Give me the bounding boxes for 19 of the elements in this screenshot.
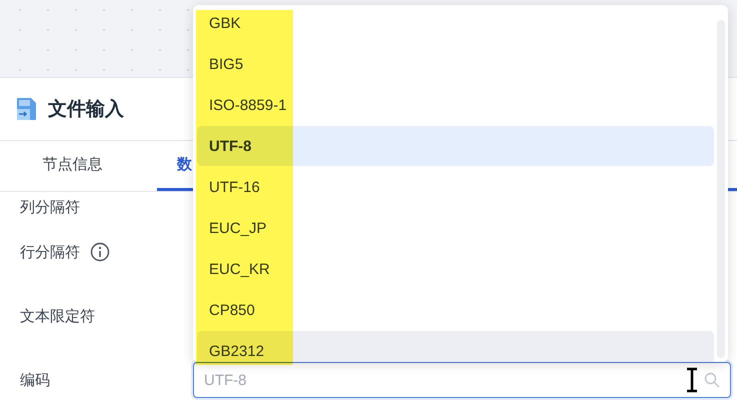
text-cursor-icon <box>686 367 698 393</box>
dropdown-option[interactable]: BIG5 <box>197 44 714 84</box>
dropdown-option[interactable]: UTF-16 <box>197 167 714 207</box>
panel-title: 文件输入 <box>48 98 124 122</box>
search-icon <box>704 372 720 388</box>
dropdown-option[interactable]: GB2312 <box>197 331 714 362</box>
dropdown-option[interactable]: EUC_JP <box>197 208 714 248</box>
dropdown-option[interactable]: UTF-8 <box>197 126 714 166</box>
file-icon <box>16 97 38 121</box>
field-label: 编码 <box>20 370 50 390</box>
info-icon[interactable] <box>90 242 110 262</box>
dropdown-option[interactable]: CP850 <box>197 290 714 330</box>
field-label: 列分隔符 <box>20 198 80 216</box>
field-label: 行分隔符 <box>20 242 80 262</box>
dropdown-option[interactable]: GBK <box>197 5 714 43</box>
field-label: 文本限定符 <box>20 306 95 326</box>
dropdown-option[interactable]: ISO-8859-1 <box>197 85 714 125</box>
tab[interactable]: 节点信息 <box>0 141 145 191</box>
dropdown-option[interactable]: EUC_KR <box>197 249 714 289</box>
